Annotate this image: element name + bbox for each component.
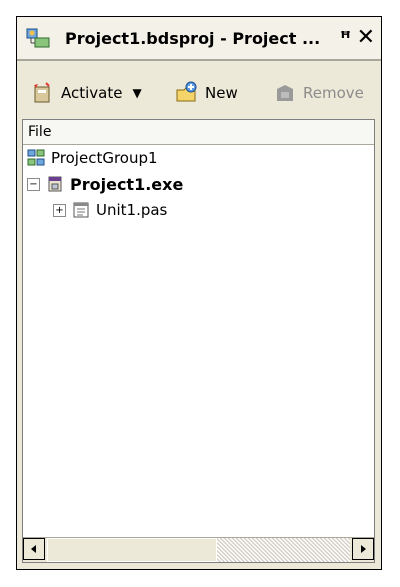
close-icon[interactable]: ✕	[357, 25, 375, 50]
scroll-right-button[interactable]	[352, 538, 374, 560]
activate-icon	[31, 81, 55, 105]
tree-item-label: Unit1.pas	[96, 201, 168, 219]
activate-button[interactable]: Activate ▼	[31, 79, 142, 107]
new-icon	[175, 81, 199, 105]
column-header-label: File	[28, 124, 52, 140]
new-label: New	[205, 84, 238, 102]
scroll-left-button[interactable]	[23, 538, 45, 560]
project-exe-icon	[46, 175, 64, 193]
activate-label: Activate	[61, 84, 123, 102]
tree-item-projectgroup1[interactable]: ProjectGroup1	[27, 146, 374, 170]
tree-item-label: Project1.exe	[70, 174, 184, 194]
horizontal-scrollbar[interactable]	[23, 537, 374, 562]
title-bar: Project1.bdsproj - Project ... ꟸ ✕	[17, 17, 381, 59]
unit-file-icon	[72, 201, 90, 219]
collapse-icon[interactable]: −	[27, 177, 40, 191]
window-title: Project1.bdsproj - Project ...	[65, 29, 321, 48]
activate-dropdown-icon[interactable]: ▼	[132, 86, 141, 100]
tree-item-project1-exe[interactable]: − Project1.exe	[27, 172, 374, 196]
scroll-thumb[interactable]	[47, 538, 217, 562]
scroll-track[interactable]	[47, 538, 350, 562]
tree-item-unit1-pas[interactable]: + Unit1.pas	[53, 198, 374, 222]
remove-icon	[273, 81, 297, 105]
project-manager-panel: Project1.bdsproj - Project ... ꟸ ✕ Activ…	[16, 16, 382, 570]
expand-icon[interactable]: +	[53, 203, 66, 217]
scroll-left-icon	[31, 545, 36, 553]
scroll-right-icon	[361, 545, 366, 553]
toolbar: Activate ▼ New Remove	[17, 61, 381, 121]
remove-label: Remove	[303, 84, 364, 102]
column-header-file[interactable]: File	[23, 120, 374, 145]
new-button[interactable]: New	[175, 79, 238, 107]
project-tree[interactable]: File ProjectGroup1 − Project1.exe + Unit…	[22, 119, 375, 563]
pin-icon[interactable]: ꟸ	[340, 28, 351, 49]
project-group-icon	[27, 149, 45, 167]
tree-item-label: ProjectGroup1	[51, 149, 158, 167]
remove-button[interactable]: Remove	[273, 79, 364, 107]
project-manager-icon	[25, 27, 51, 49]
